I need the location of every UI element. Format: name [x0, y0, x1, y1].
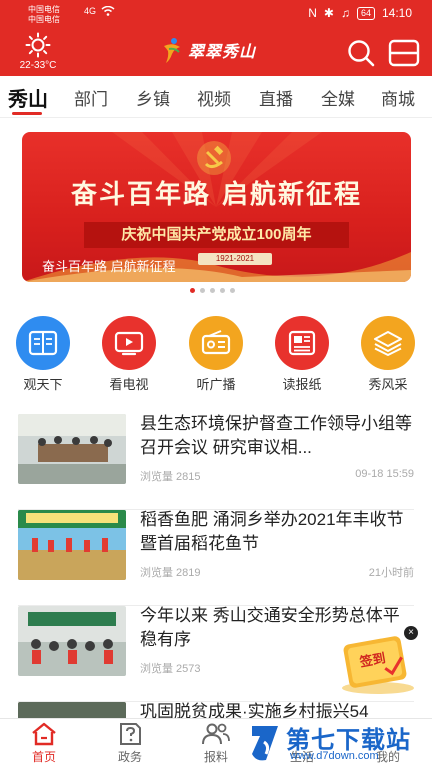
entry-label: 看电视 [109, 377, 149, 392]
entry-tv[interactable]: 看电视 [99, 316, 159, 393]
tab-townships[interactable]: 乡镇 [136, 85, 170, 110]
nav-label: 报料 [203, 750, 228, 764]
network-type: 4G [84, 6, 97, 16]
search-button[interactable] [346, 38, 376, 68]
news-title: 县生态环境保护督查工作领导小组等召开会议 研究审议相... [140, 414, 412, 457]
news-views: 浏览量 2573 [140, 663, 201, 675]
watermark: 第七下载站 www.d7down.com [246, 718, 432, 768]
close-icon[interactable]: × [404, 626, 418, 640]
bluetooth-icon: ✱ [323, 6, 334, 20]
weather-widget[interactable]: 22-33°C [14, 32, 62, 71]
banner-years: 1921-2021 [198, 253, 272, 265]
entry-radio[interactable]: 听广播 [186, 316, 246, 393]
news-views: 浏览量 2815 [140, 471, 201, 483]
tab-video[interactable]: 视频 [197, 85, 231, 110]
nav-government[interactable]: 政务 [98, 721, 162, 765]
nfc-icon: N [308, 6, 317, 20]
nav-report[interactable]: 报料 [184, 721, 248, 765]
carousel-indicator [190, 288, 235, 293]
news-item[interactable]: 县生态环境保护督查工作领导小组等召开会议 研究审议相... 浏览量 2815 0… [18, 414, 414, 510]
entry-circle [102, 316, 156, 370]
tab-xiushan[interactable]: 秀山 [8, 83, 48, 112]
carousel-dot[interactable] [230, 288, 235, 293]
wifi-icon [101, 6, 115, 16]
news-thumbnail [18, 606, 126, 676]
tv-icon [114, 331, 144, 356]
sun-icon [25, 32, 51, 58]
carousel-dot[interactable] [190, 288, 195, 293]
nav-label: 首页 [31, 750, 56, 764]
entry-showcase[interactable]: 秀风采 [358, 316, 418, 393]
app-logo: 翠翠秀山 [160, 36, 256, 64]
news-item[interactable]: 稻香鱼肥 涌洞乡举办2021年丰收节暨首届稻花鱼节 浏览量 2819 21小时前 [18, 510, 414, 606]
question-doc-icon [120, 723, 141, 745]
party-emblem-icon [197, 141, 231, 175]
tab-departments[interactable]: 部门 [74, 85, 108, 110]
entry-label: 观天下 [23, 377, 63, 392]
active-tab-indicator [12, 112, 42, 115]
mute-icon: ♫ [340, 6, 350, 20]
book-icon [28, 330, 58, 356]
search-icon [348, 40, 375, 67]
channel-tabs: 秀山 部门 乡镇 视频 直播 全媒 商城 [0, 76, 432, 118]
nav-home[interactable]: 首页 [12, 721, 76, 765]
news-thumbnail [18, 510, 126, 580]
entry-newspaper[interactable]: 读报纸 [272, 316, 332, 393]
layers-icon [374, 331, 402, 356]
app-header: 22-33°C 翠翠秀山 [0, 28, 432, 76]
entry-circle [275, 316, 329, 370]
battery-indicator: 64 [356, 6, 375, 20]
entry-label: 秀风采 [368, 377, 408, 392]
signal-indicators: 4G [84, 6, 115, 16]
temperature: 22-33°C [19, 60, 57, 71]
entry-circle [361, 316, 415, 370]
banner-headline: 奋斗百年路 启航新征程 [70, 180, 363, 210]
menu-icon [388, 39, 420, 67]
status-bar: 中国电信 中国电信 4G N ✱ ♫ 64 14:10 [0, 0, 432, 28]
news-thumbnail [18, 414, 126, 484]
tab-all-media[interactable]: 全媒 [321, 85, 355, 110]
hero-banner[interactable]: 奋斗百年路 启航新征程 庆祝中国共产党成立100周年 1921-2021 奋斗百… [22, 132, 411, 282]
logo-mark-icon [164, 38, 180, 63]
newspaper-icon [288, 330, 316, 356]
watermark-logo-icon [252, 726, 278, 761]
status-right: N ✱ ♫ 64 14:10 [308, 6, 412, 20]
home-icon [32, 722, 56, 746]
radio-icon [201, 330, 231, 355]
entry-circle [16, 316, 70, 370]
entry-label: 听广播 [196, 377, 236, 392]
entry-circle [189, 316, 243, 370]
logo-text: 翠翠秀山 [188, 42, 257, 61]
carousel-dot[interactable] [220, 288, 225, 293]
carrier-2: 中国电信 [28, 15, 60, 24]
entry-label: 读报纸 [282, 377, 322, 392]
news-time: 09-18 15:59 [355, 468, 414, 480]
news-title: 稻香鱼肥 涌洞乡举办2021年丰收节暨首届稻花鱼节 [140, 510, 404, 553]
signin-badge[interactable]: 签到 × [334, 626, 420, 696]
tab-live[interactable]: 直播 [259, 85, 293, 110]
clock: 14:10 [381, 6, 412, 20]
menu-button[interactable] [388, 38, 420, 68]
tab-mall[interactable]: 商城 [381, 85, 415, 110]
carrier-1: 中国电信 [28, 5, 60, 14]
banner-ribbon: 庆祝中国共产党成立100周年 [84, 222, 349, 248]
users-icon [202, 723, 230, 745]
banner-caption: 奋斗百年路 启航新征程 [42, 259, 176, 274]
carousel-dot[interactable] [210, 288, 215, 293]
quick-entry-grid: 观天下 看电视 听广播 读报纸 秀风采 [0, 316, 432, 394]
news-views: 浏览量 2819 [140, 567, 201, 579]
watermark-url: www.d7down.com [290, 750, 379, 762]
entry-world-news[interactable]: 观天下 [13, 316, 73, 393]
news-time: 21小时前 [368, 567, 414, 579]
nav-label: 政务 [117, 750, 142, 764]
carousel-dot[interactable] [200, 288, 205, 293]
